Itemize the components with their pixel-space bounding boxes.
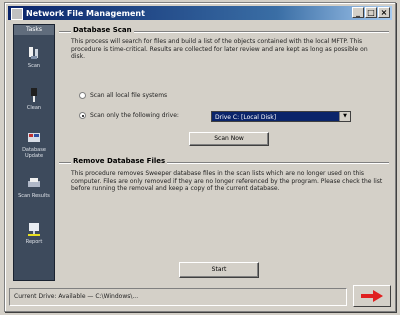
sidebar-header: Tasks — [14, 25, 54, 35]
maximize-button[interactable]: □ — [365, 7, 377, 18]
sidebar-item-report[interactable]: Report — [14, 221, 54, 245]
start-button[interactable]: Start — [179, 262, 259, 278]
scan-tool-icon — [29, 47, 38, 59]
main-panel: Database Scan This process will search f… — [59, 24, 393, 282]
report-icon — [28, 223, 40, 236]
radio-scan-drive[interactable]: Scan only the following drive: — [79, 112, 179, 119]
task-sidebar: Tasks Scan Clean Database Update Scan Re… — [13, 24, 55, 281]
next-button[interactable] — [353, 285, 391, 307]
results-icon — [28, 178, 40, 187]
title-bar: Network File Management _ □ × — [8, 6, 392, 20]
sidebar-item-clean[interactable]: Clean — [14, 87, 54, 111]
database-icon — [28, 133, 40, 142]
minimize-button[interactable]: _ — [352, 7, 364, 18]
scan-now-button[interactable]: Scan Now — [189, 132, 269, 146]
radio-label: Scan all local file systems — [90, 92, 168, 99]
close-button[interactable]: × — [378, 7, 390, 18]
section-description: This procedure removes Sweeper database … — [71, 170, 383, 192]
arrow-right-icon — [361, 290, 383, 302]
window-controls: _ □ × — [352, 7, 390, 18]
section-description: This process will search for files and b… — [71, 38, 368, 60]
sidebar-item-label: Report — [25, 239, 43, 245]
section-title: Database Scan — [71, 26, 134, 34]
radio-label: Scan only the following drive: — [90, 112, 179, 119]
window-title: Network File Management — [26, 8, 145, 18]
radio-scan-all[interactable]: Scan all local file systems — [79, 92, 167, 99]
app-icon — [11, 8, 23, 20]
drive-select-value: Drive C: [Local Disk] — [215, 114, 277, 121]
chevron-down-icon[interactable]: ▼ — [339, 112, 350, 121]
status-bar: Current Drive: Available — C:\Windows\..… — [9, 288, 347, 306]
drive-select[interactable]: Drive C: [Local Disk] ▼ — [211, 111, 351, 122]
section-title: Remove Database Files — [71, 157, 168, 165]
app-window: Network File Management _ □ × Tasks Scan… — [4, 2, 396, 312]
sidebar-item-scan[interactable]: Scan — [14, 45, 54, 69]
sidebar-item-database-update[interactable]: Database Update — [14, 129, 54, 159]
sidebar-item-label: Scan Results — [18, 193, 50, 199]
radio-button[interactable] — [79, 112, 86, 119]
brush-icon — [31, 88, 37, 102]
sidebar-item-label: Database Update — [22, 147, 46, 159]
sidebar-item-scan-results[interactable]: Scan Results — [14, 175, 54, 199]
radio-button[interactable] — [79, 92, 86, 99]
sidebar-item-label: Scan — [27, 63, 41, 69]
sidebar-item-label: Clean — [26, 105, 42, 111]
